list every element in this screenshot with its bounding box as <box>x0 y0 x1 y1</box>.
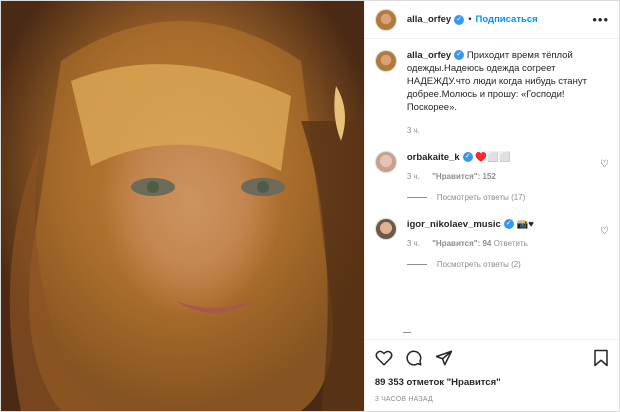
scroll-fade-divider <box>402 332 411 333</box>
reply-button[interactable]: Ответить <box>494 239 528 248</box>
comment-meta: 3 ч. "Нравится": 152 <box>407 172 609 181</box>
share-icon[interactable] <box>435 349 453 367</box>
comment-body: igor_nikolaev_music ✓ 📸♥ 3 ч. "Нравится":… <box>407 218 609 248</box>
bookmark-icon[interactable] <box>593 349 609 367</box>
like-comment-heart-icon[interactable]: ♡ <box>600 226 609 237</box>
replies-divider <box>406 197 427 198</box>
like-comment-heart-icon[interactable]: ♡ <box>600 159 609 170</box>
replies-divider <box>406 264 427 265</box>
view-replies-button[interactable]: Посмотреть ответы (17) <box>406 193 609 202</box>
caption-text-block: alla_orfey ✓ Приходит время тёплой одежды… <box>407 49 597 114</box>
comment-body: orbakaite_k ✓ ♥️⬜⬜ 3 ч. "Нравится": 152 <box>407 151 609 181</box>
comment-meta: 3 ч. "Нравится": 94 Ответить <box>407 239 609 248</box>
comment-line: igor_nikolaev_music ✓ 📸♥ <box>407 218 609 231</box>
post-header: alla_orfey ✓ • Подписаться ••• <box>364 1 619 39</box>
caption-avatar[interactable] <box>374 50 397 72</box>
post-timestamp[interactable]: 3 ЧАСОВ НАЗАД <box>365 391 619 411</box>
more-dots-icon[interactable]: ••• <box>592 12 609 27</box>
comment-item: orbakaite_k ✓ ♥️⬜⬜ 3 ч. "Нравится": 152 ♡ <box>374 151 609 181</box>
comment-line: orbakaite_k ✓ ♥️⬜⬜ <box>407 151 609 164</box>
verified-icon: ✓ <box>454 14 465 25</box>
comment-likes[interactable]: "Нравится": 94 <box>432 239 491 248</box>
header-username[interactable]: alla_orfey <box>407 14 451 25</box>
comment-username[interactable]: igor_nikolaev_music <box>407 219 501 230</box>
likes-count[interactable]: 89 353 отметок "Нравится" <box>365 375 619 391</box>
caption: alla_orfey ✓ Приходит время тёплой одежды… <box>374 49 609 114</box>
view-replies-label[interactable]: Посмотреть ответы (2) <box>437 260 521 269</box>
view-replies-label[interactable]: Посмотреть ответы (17) <box>437 193 525 202</box>
comments-section[interactable]: alla_orfey ✓ Приходит время тёплой одежды… <box>365 39 619 339</box>
view-replies-button[interactable]: Посмотреть ответы (2) <box>406 260 609 269</box>
post-photo[interactable] <box>1 1 364 411</box>
comment-item: igor_nikolaev_music ✓ 📸♥ 3 ч. "Нравится":… <box>374 218 609 248</box>
action-bar <box>364 339 619 375</box>
comment-text: ♥️⬜⬜ <box>475 152 511 163</box>
comment-time[interactable]: 3 ч. <box>407 239 420 248</box>
comment-avatar[interactable] <box>374 151 397 173</box>
comment-text: 📸♥ <box>516 219 534 230</box>
caption-time[interactable]: 3 ч. <box>407 126 609 135</box>
post-sidebar: alla_orfey ✓ • Подписаться ••• alla_orfe… <box>363 1 619 411</box>
comment-avatar[interactable] <box>374 218 397 240</box>
avatar[interactable] <box>374 8 397 31</box>
comment-time[interactable]: 3 ч. <box>407 172 420 181</box>
verified-icon: ✓ <box>462 152 473 163</box>
photo-illustration <box>9 21 364 411</box>
follow-button[interactable]: Подписаться <box>476 14 538 25</box>
verified-icon: ✓ <box>454 50 465 61</box>
instagram-post: alla_orfey ✓ • Подписаться ••• alla_orfe… <box>0 0 620 412</box>
heart-icon[interactable] <box>375 349 393 367</box>
verified-icon: ✓ <box>503 219 514 230</box>
comment-username[interactable]: orbakaite_k <box>407 152 460 163</box>
comment-likes[interactable]: "Нравится": 152 <box>432 172 496 181</box>
separator-dot: • <box>468 14 472 25</box>
comment-icon[interactable] <box>405 349 423 367</box>
caption-username[interactable]: alla_orfey <box>407 50 451 61</box>
